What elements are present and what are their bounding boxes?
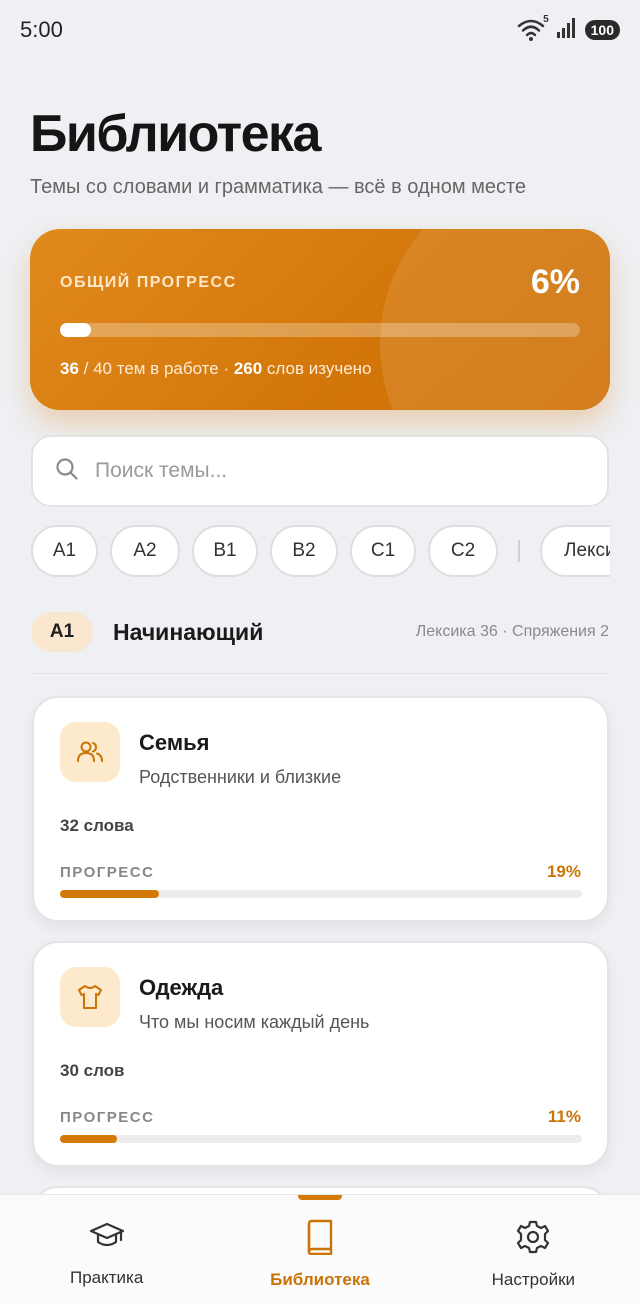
words-learned-count: 260 [233, 359, 263, 378]
words-learned-text: слов изучено [262, 359, 372, 378]
overall-progress-stats: 36 / 40 тем в работе · 260 слов изучено [60, 359, 372, 379]
people-icon [60, 722, 120, 782]
chip-b1[interactable]: B1 [192, 525, 258, 577]
topic-word-count: 32 слова [60, 816, 134, 835]
topic-description: Родственники и близкие [139, 767, 342, 787]
section-divider [31, 673, 609, 674]
chip-lexicon[interactable]: Лексика [540, 525, 610, 577]
tshirt-icon [60, 967, 120, 1027]
overall-progress-track [60, 323, 580, 337]
battery-indicator: 100 [584, 20, 620, 40]
status-time: 5:00 [20, 17, 63, 42]
wifi-badge: 5 [543, 14, 549, 25]
search-icon [55, 457, 79, 486]
level-filter-chips: A1 A2 B1 B2 C1 C2 Лексика [31, 524, 610, 578]
overall-progress-percent: 6% [530, 263, 580, 301]
topic-progress-label: ПРОГРЕСС [60, 1109, 155, 1126]
topic-card-family[interactable]: Семья Родственники и близкие 32 слова ПР… [32, 696, 609, 922]
page-subtitle: Темы со словами и грамматика — всё в одн… [30, 176, 527, 198]
level-section-header: A1 Начинающий Лексика 36 · Спряжения 2 [31, 606, 609, 658]
chip-c2[interactable]: C2 [428, 525, 498, 577]
bottom-navigation: Практика Библиотека Настройки [0, 1194, 640, 1304]
page-title: Библиотека [30, 105, 321, 163]
chip-a1[interactable]: A1 [31, 525, 98, 577]
chips-divider [518, 540, 520, 562]
nav-library-label: Библиотека [270, 1270, 370, 1289]
topic-description: Что мы носим каждый день [139, 1012, 370, 1032]
nav-settings[interactable]: Настройки [427, 1195, 640, 1304]
nav-library[interactable]: Библиотека [213, 1195, 426, 1304]
overall-progress-label: ОБЩИЙ ПРОГРЕСС [60, 274, 237, 291]
cell-signal-icon [555, 17, 577, 44]
chip-c1[interactable]: C1 [350, 525, 416, 577]
topic-progress-percent: 19% [546, 862, 581, 881]
nav-practice[interactable]: Практика [0, 1195, 213, 1304]
graduation-cap-icon [89, 1219, 125, 1258]
overall-progress-card: ОБЩИЙ ПРОГРЕСС 6% 36 / 40 тем в работе ·… [30, 229, 610, 410]
status-icons: 5 100 [517, 14, 620, 44]
search-box[interactable] [31, 435, 609, 507]
card-decoration [380, 229, 610, 410]
chip-a2[interactable]: A2 [110, 525, 180, 577]
topic-word-count: 30 слов [60, 1061, 125, 1080]
topic-progress-fill [60, 1135, 118, 1143]
topic-progress-track [60, 1135, 582, 1143]
wifi-icon: 5 [517, 14, 549, 42]
book-icon [303, 1219, 337, 1260]
gear-icon [515, 1219, 551, 1260]
overall-progress-fill [60, 323, 92, 337]
topic-card-clothes[interactable]: Одежда Что мы носим каждый день 30 слов … [32, 941, 609, 1167]
topic-title: Семья [139, 730, 210, 755]
topics-done-count: 36 [60, 359, 79, 378]
topics-done-text: / 40 тем в работе · [78, 359, 234, 378]
nav-practice-label: Практика [70, 1268, 144, 1287]
chip-b2[interactable]: B2 [270, 525, 338, 577]
level-stats: Лексика 36 · Спряжения 2 [415, 623, 609, 640]
topic-progress-fill [60, 890, 160, 898]
topic-progress-label: ПРОГРЕСС [60, 864, 155, 881]
topic-progress-percent: 11% [547, 1107, 581, 1126]
topic-progress-track [60, 890, 582, 898]
status-bar: 5:00 5 100 [0, 0, 640, 60]
search-input[interactable] [95, 459, 535, 483]
nav-active-indicator [297, 1195, 342, 1200]
level-badge: A1 [31, 612, 93, 652]
level-name: Начинающий [113, 618, 264, 645]
nav-settings-label: Настройки [491, 1270, 575, 1289]
topic-title: Одежда [139, 975, 224, 1000]
